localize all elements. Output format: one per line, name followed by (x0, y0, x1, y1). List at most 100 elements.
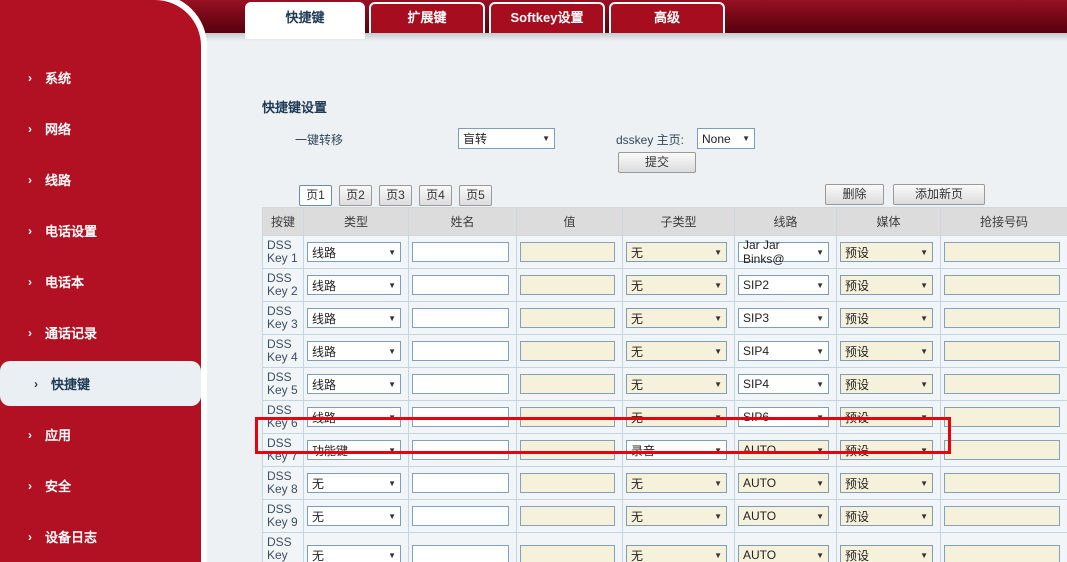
name-input[interactable] (412, 506, 509, 526)
tab-extension-key[interactable]: 扩展键 (369, 2, 485, 33)
subtype-select[interactable]: 无▼ (626, 242, 727, 262)
chevron-down-icon: ▼ (714, 380, 722, 389)
sidebar-item-3[interactable]: ›线路 (0, 154, 201, 205)
pickup-number-input[interactable] (944, 275, 1060, 295)
sidebar-item-6[interactable]: ›通话记录 (0, 307, 201, 358)
media-select[interactable]: 预设▼ (840, 341, 933, 361)
dss-key-label: DSS Key 10 (263, 533, 304, 562)
media-select[interactable]: 预设▼ (840, 545, 933, 562)
value-input[interactable] (520, 341, 615, 361)
subtype-select[interactable]: 无▼ (626, 545, 727, 562)
line-select[interactable]: AUTO▼ (738, 473, 829, 493)
tab-advanced[interactable]: 高级 (609, 2, 725, 33)
value-input[interactable] (520, 374, 615, 394)
subtype-select[interactable]: 无▼ (626, 473, 727, 493)
page-button-4[interactable]: 页4 (419, 185, 452, 206)
line-select[interactable]: SIP4▼ (738, 341, 829, 361)
name-input[interactable] (412, 473, 509, 493)
value-input[interactable] (520, 275, 615, 295)
value-input[interactable] (520, 545, 615, 562)
subtype-select[interactable]: 无▼ (626, 308, 727, 328)
line-select[interactable]: AUTO▼ (738, 506, 829, 526)
page-button-1[interactable]: 页1 (299, 185, 332, 206)
tab-dsskey[interactable]: 快捷键 (245, 2, 365, 39)
page-button-5[interactable]: 页5 (459, 185, 492, 206)
subtype-select[interactable]: 无▼ (626, 374, 727, 394)
sidebar-item-9[interactable]: ›安全 (0, 460, 201, 511)
type-select[interactable]: 无▼ (307, 473, 401, 493)
one-key-transfer-select[interactable]: 盲转 ▼ (458, 128, 555, 149)
dsskey-home-select[interactable]: None ▼ (697, 128, 755, 149)
sidebar-item-2[interactable]: ›网络 (0, 103, 201, 154)
pickup-number-input[interactable] (944, 341, 1060, 361)
line-select[interactable]: SIP4▼ (738, 374, 829, 394)
chevron-down-icon: ▼ (920, 248, 928, 257)
name-input[interactable] (412, 374, 509, 394)
pickup-number-input[interactable] (944, 440, 1060, 460)
type-select[interactable]: 线路▼ (307, 275, 401, 295)
line-select[interactable]: AUTO▼ (738, 545, 829, 562)
type-select[interactable]: 无▼ (307, 545, 401, 562)
sidebar-item-4[interactable]: ›电话设置 (0, 205, 201, 256)
delete-button[interactable]: 删除 (825, 184, 884, 205)
line-select[interactable]: SIP3▼ (738, 308, 829, 328)
pickup-number-input[interactable] (944, 242, 1060, 262)
value-input[interactable] (520, 506, 615, 526)
tab-softkey-settings[interactable]: Softkey设置 (489, 2, 605, 33)
line-select[interactable]: SIP6▼ (738, 407, 829, 427)
add-new-page-button[interactable]: 添加新页 (893, 184, 985, 205)
value-input[interactable] (520, 308, 615, 328)
sidebar-item-label: 网络 (45, 119, 71, 138)
line-select[interactable]: SIP2▼ (738, 275, 829, 295)
subtype-select[interactable]: 无▼ (626, 275, 727, 295)
pickup-number-input[interactable] (944, 374, 1060, 394)
line-select[interactable]: Jar Jar Binks@▼ (738, 242, 829, 262)
name-input[interactable] (412, 407, 509, 427)
subtype-select[interactable]: 无▼ (626, 341, 727, 361)
pickup-number-input[interactable] (944, 545, 1060, 562)
subtype-select[interactable]: 无▼ (626, 407, 727, 427)
subtype-select[interactable]: 无▼ (626, 506, 727, 526)
name-input[interactable] (412, 275, 509, 295)
sidebar-item-1[interactable]: ›系统 (0, 52, 201, 103)
media-select[interactable]: 预设▼ (840, 473, 933, 493)
type-select[interactable]: 线路▼ (307, 308, 401, 328)
name-input[interactable] (412, 242, 509, 262)
line-select[interactable]: AUTO▼ (738, 440, 829, 460)
type-select[interactable]: 功能键▼ (307, 440, 401, 460)
page-button-3[interactable]: 页3 (379, 185, 412, 206)
media-select[interactable]: 预设▼ (840, 308, 933, 328)
table-row-5: DSS Key 5线路▼无▼SIP4▼预设▼ (263, 368, 1067, 401)
subtype-select[interactable]: 录音▼ (626, 440, 727, 460)
type-select[interactable]: 无▼ (307, 506, 401, 526)
value-input[interactable] (520, 407, 615, 427)
value-input[interactable] (520, 242, 615, 262)
name-input[interactable] (412, 545, 509, 562)
value-input[interactable] (520, 473, 615, 493)
value-input[interactable] (520, 440, 615, 460)
type-select[interactable]: 线路▼ (307, 407, 401, 427)
sidebar-item-10[interactable]: ›设备日志 (0, 511, 201, 562)
media-select[interactable]: 预设▼ (840, 440, 933, 460)
type-select[interactable]: 线路▼ (307, 374, 401, 394)
media-select[interactable]: 预设▼ (840, 506, 933, 526)
pickup-number-input[interactable] (944, 407, 1060, 427)
sidebar-item-7[interactable]: ›快捷键 (0, 361, 201, 406)
type-select[interactable]: 线路▼ (307, 341, 401, 361)
pickup-number-input[interactable] (944, 473, 1060, 493)
media-select[interactable]: 预设▼ (840, 374, 933, 394)
submit-button[interactable]: 提交 (618, 152, 696, 173)
name-input[interactable] (412, 440, 509, 460)
sidebar-item-8[interactable]: ›应用 (0, 409, 201, 460)
pickup-number-input[interactable] (944, 506, 1060, 526)
page-button-2[interactable]: 页2 (339, 185, 372, 206)
name-input[interactable] (412, 341, 509, 361)
pickup-number-input[interactable] (944, 308, 1060, 328)
media-select[interactable]: 预设▼ (840, 275, 933, 295)
type-select[interactable]: 线路▼ (307, 242, 401, 262)
name-input[interactable] (412, 308, 509, 328)
sidebar-item-5[interactable]: ›电话本 (0, 256, 201, 307)
media-select[interactable]: 预设▼ (840, 407, 933, 427)
media-select[interactable]: 预设▼ (840, 242, 933, 262)
sidebar-item-label: 线路 (45, 170, 71, 189)
